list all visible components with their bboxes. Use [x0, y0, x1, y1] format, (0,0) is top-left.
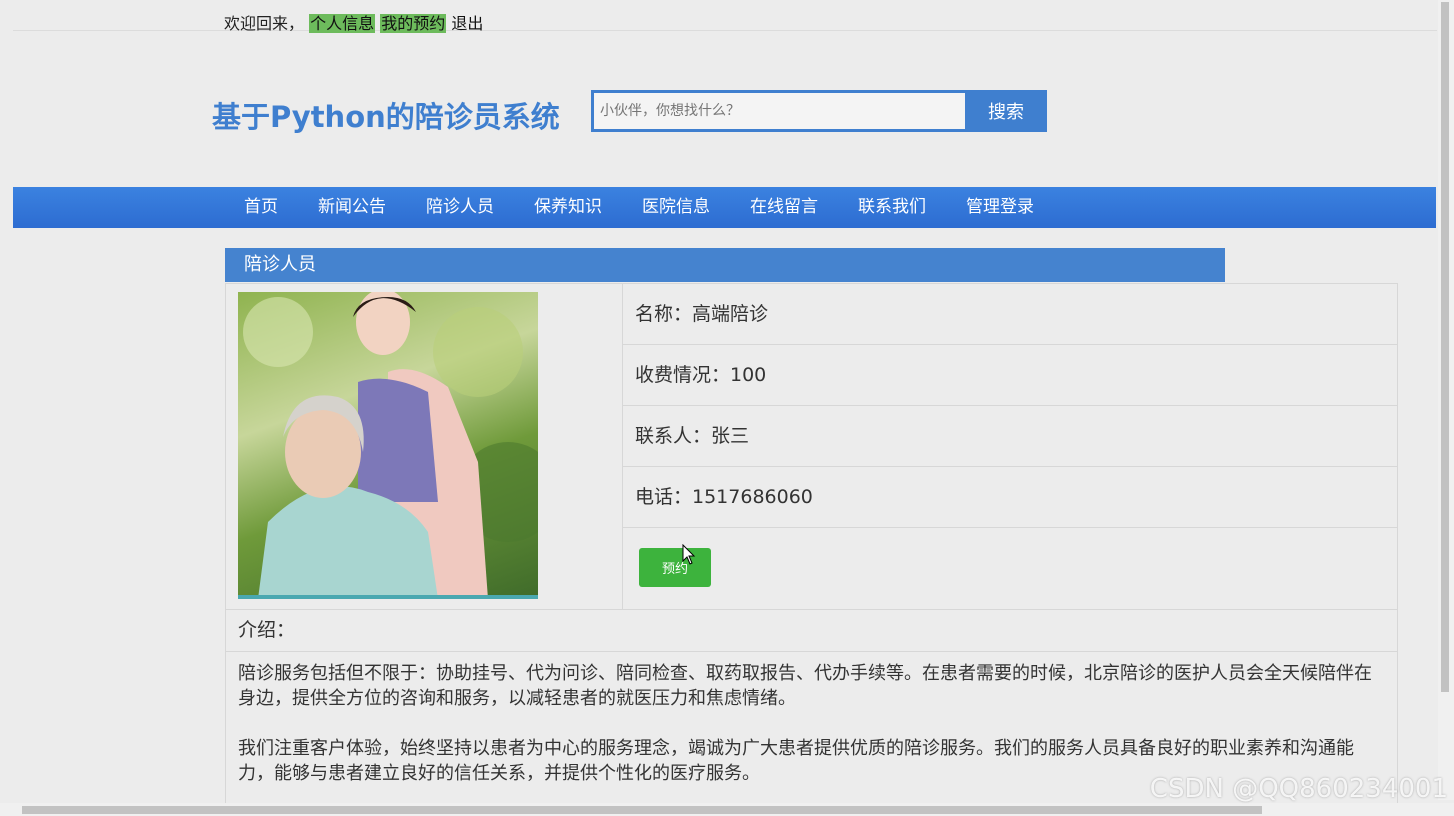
nav-item-admin-login[interactable]: 管理登录 [946, 187, 1054, 228]
horizontal-scrollbar[interactable] [0, 803, 1454, 816]
book-button[interactable]: 预约 [639, 548, 711, 587]
book-row: 预约 [623, 528, 1397, 608]
photo-cell [226, 284, 623, 609]
site-title[interactable]: 基于Python的陪诊员系统 [212, 94, 560, 136]
escort-photo [238, 292, 538, 599]
nav-item-home[interactable]: 首页 [224, 187, 298, 228]
escort-detail: 名称：高端陪诊 收费情况：100 联系人：张三 电话：1517686060 预约 [225, 283, 1398, 610]
intro-heading: 介绍： [226, 609, 1397, 652]
info-cell: 名称：高端陪诊 收费情况：100 联系人：张三 电话：1517686060 预约 [623, 284, 1397, 609]
watermark: CSDN @QQ860234001 [1149, 774, 1448, 804]
my-appointments-link[interactable]: 我的预约 [380, 14, 447, 33]
profile-link[interactable]: 个人信息 [309, 14, 376, 33]
nav-item-contact[interactable]: 联系我们 [838, 187, 946, 228]
nav-item-health-tips[interactable]: 保养知识 [514, 187, 622, 228]
nav-item-messages[interactable]: 在线留言 [730, 187, 838, 228]
main-nav: 首页 新闻公告 陪诊人员 保养知识 医院信息 在线留言 联系我们 管理登录 [13, 187, 1436, 228]
intro-body: 陪诊服务包括但不限于：协助挂号、代为问诊、陪同检查、取药取报告、代办手续等。在患… [226, 652, 1397, 786]
vertical-scrollbar-thumb[interactable] [1441, 2, 1449, 692]
page: 欢迎回来， 个人信息 我的预约 退出 基于Python的陪诊员系统 搜索 首页 … [0, 0, 1454, 816]
mouse-cursor-icon [682, 544, 696, 565]
search-form: 搜索 [591, 90, 1047, 132]
search-button[interactable]: 搜索 [965, 90, 1047, 132]
logout-link[interactable]: 退出 [451, 14, 483, 33]
horizontal-scrollbar-thumb[interactable] [22, 806, 1262, 814]
escort-phone: 电话：1517686060 [623, 467, 1397, 528]
section-heading: 陪诊人员 [225, 248, 1225, 282]
nav-item-escorts[interactable]: 陪诊人员 [406, 187, 514, 228]
search-input[interactable] [591, 90, 965, 132]
nav-item-hospitals[interactable]: 医院信息 [622, 187, 730, 228]
welcome-text: 欢迎回来， [224, 14, 305, 33]
escort-contact: 联系人：张三 [623, 406, 1397, 467]
intro-paragraph: 陪诊服务包括但不限于：协助挂号、代为问诊、陪同检查、取药取报告、代办手续等。在患… [238, 663, 1372, 709]
welcome-bar: 欢迎回来， 个人信息 我的预约 退出 [13, 0, 1437, 33]
vertical-scrollbar[interactable] [1438, 0, 1454, 800]
escort-fee: 收费情况：100 [623, 345, 1397, 406]
escort-name: 名称：高端陪诊 [623, 284, 1397, 345]
nav-item-news[interactable]: 新闻公告 [298, 187, 406, 228]
